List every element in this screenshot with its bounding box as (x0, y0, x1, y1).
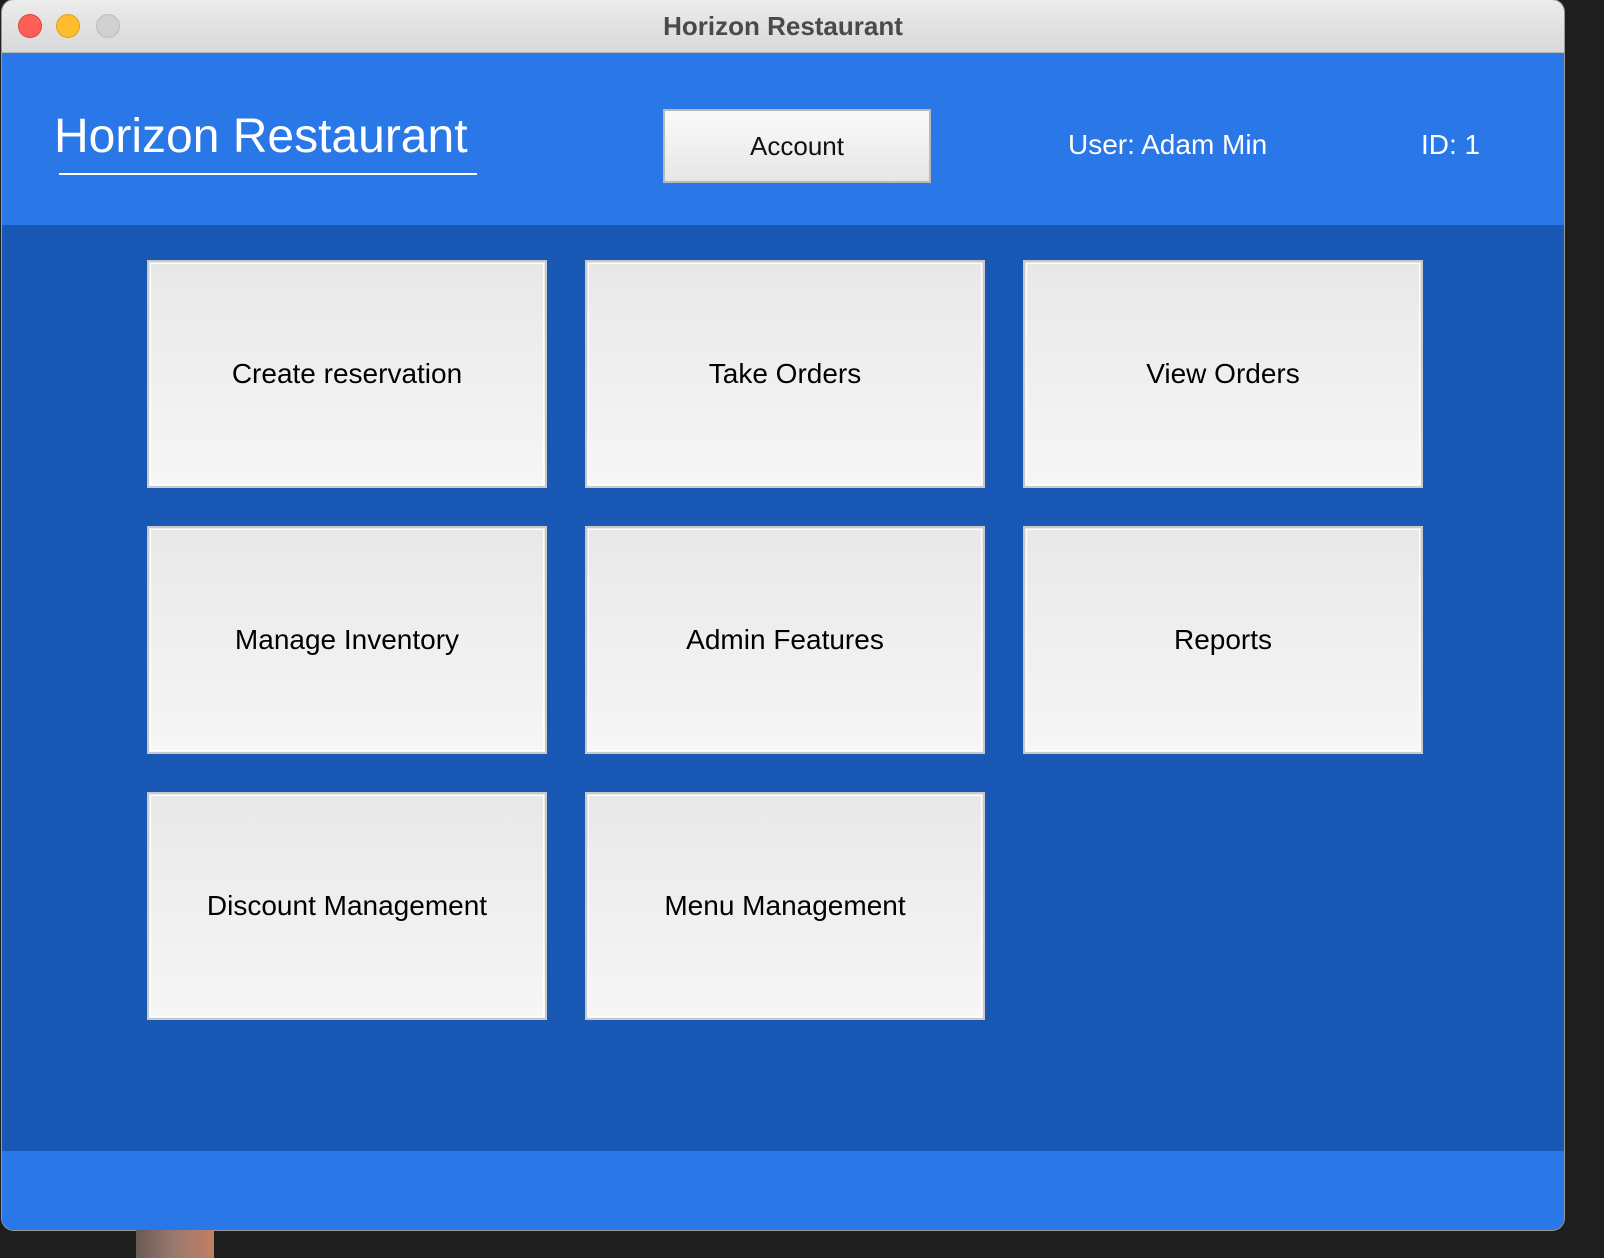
user-id-label: ID: 1 (1421, 129, 1481, 160)
title-underline (59, 173, 477, 175)
take-orders-button[interactable]: Take Orders (585, 260, 985, 488)
reports-button[interactable]: Reports (1023, 526, 1423, 754)
discount-management-button[interactable]: Discount Management (147, 792, 547, 1020)
account-button[interactable]: Account (663, 109, 931, 183)
create-reservation-button[interactable]: Create reservation (147, 260, 547, 488)
manage-inventory-button[interactable]: Manage Inventory (147, 526, 547, 754)
app-window: Horizon Restaurant Horizon Restaurant Ac… (2, 0, 1564, 1230)
menu-management-button[interactable]: Menu Management (585, 792, 985, 1020)
view-orders-button[interactable]: View Orders (1023, 260, 1423, 488)
window-title: Horizon Restaurant (663, 11, 903, 41)
title-bar[interactable]: Horizon Restaurant (2, 0, 1564, 53)
user-label: User: Adam Min (1068, 129, 1268, 160)
header-bar: Horizon Restaurant Account User: Adam Mi… (2, 53, 1564, 225)
feature-grid: Create reservation Take Orders View Orde… (147, 260, 1423, 1020)
footer-bar (2, 1151, 1564, 1230)
admin-features-button[interactable]: Admin Features (585, 526, 985, 754)
app-title: Horizon Restaurant (54, 110, 468, 163)
background-thumbnail (136, 1230, 214, 1258)
